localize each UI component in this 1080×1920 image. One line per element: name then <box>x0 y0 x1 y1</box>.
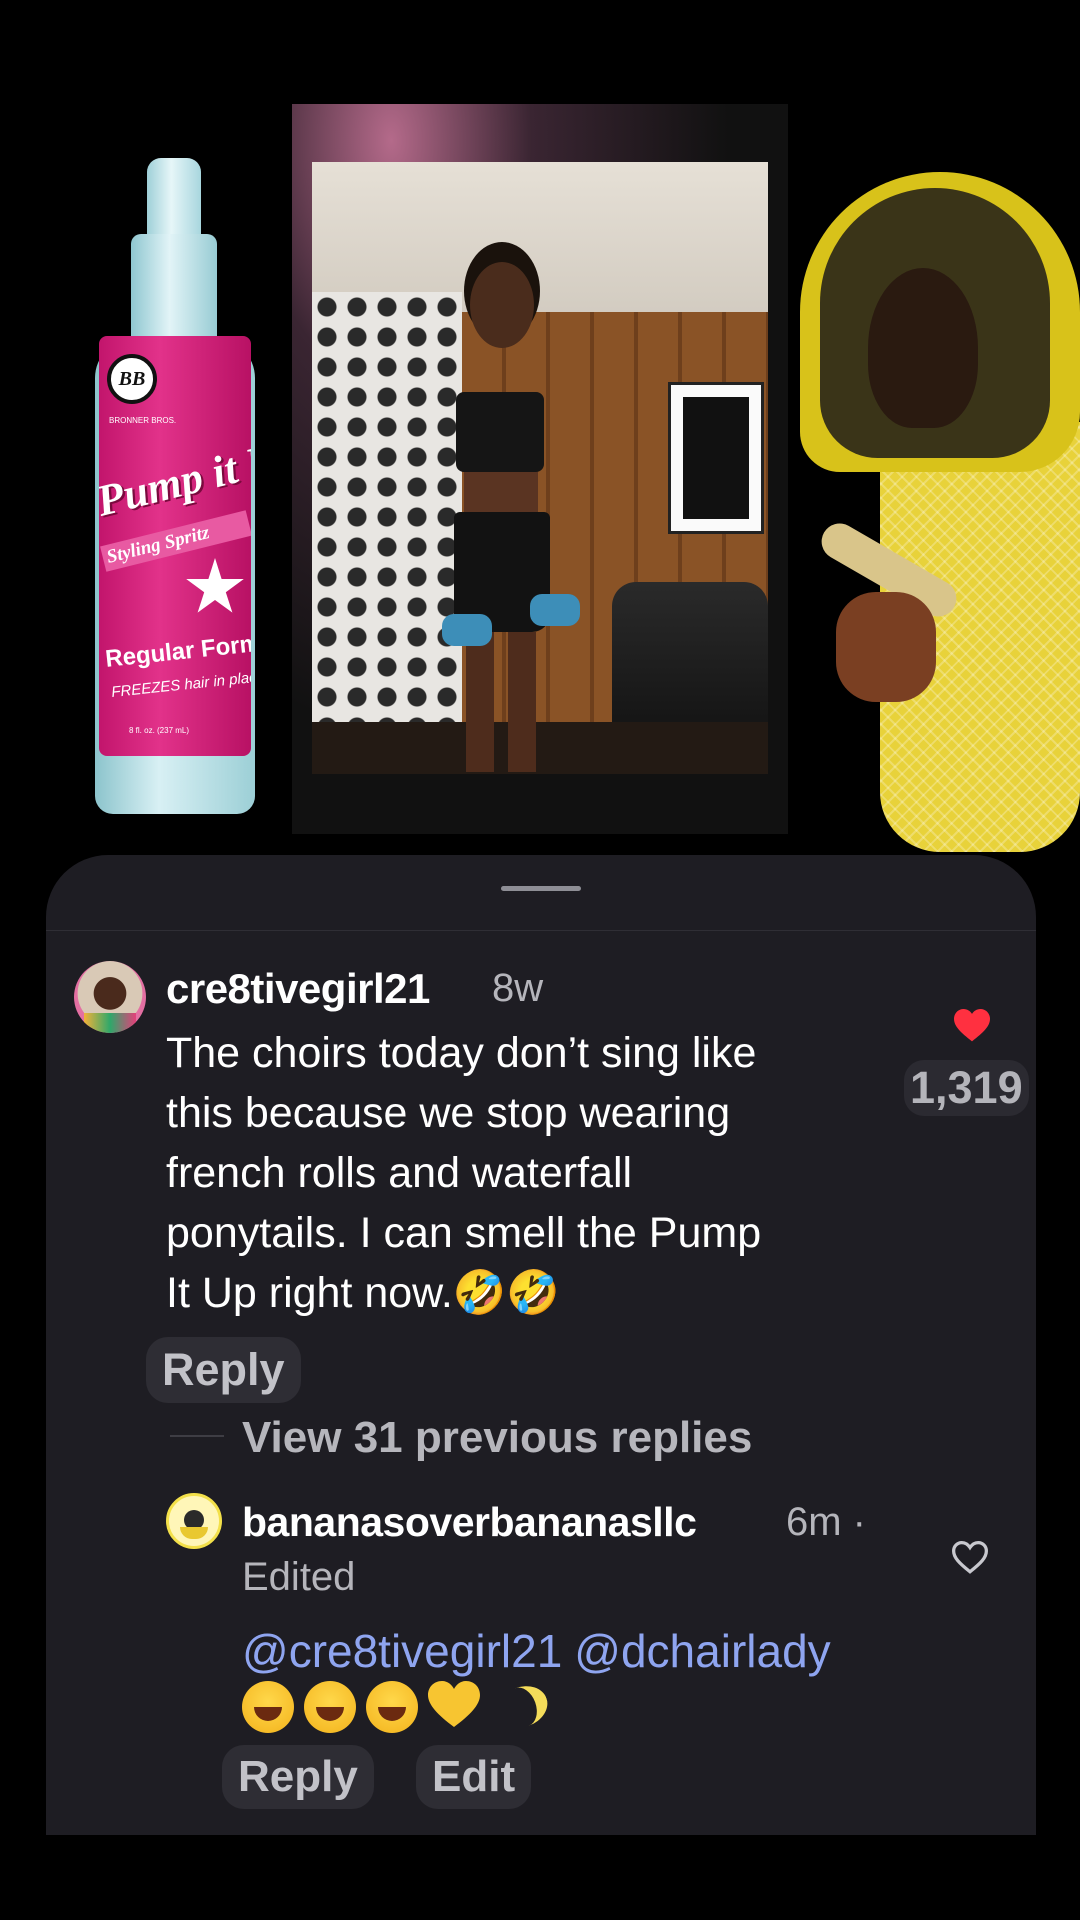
vintage-photo <box>312 162 768 774</box>
bottle-tagline: FREEZES hair in place <box>110 667 251 702</box>
mention-link-1[interactable]: @cre8tivegirl21 <box>242 1625 562 1677</box>
like-count: 1,319 <box>904 1060 1029 1116</box>
bottle-title: Pump it Up! <box>99 423 251 526</box>
thread-line <box>170 1435 224 1437</box>
reply-edited-label: Edited <box>242 1555 356 1599</box>
bottle-size: 8 fl. oz. (237 mL) <box>129 726 190 735</box>
dumbbell-left <box>442 614 492 646</box>
bottle-formula: Regular Formula <box>104 626 251 673</box>
reply-button[interactable]: Reply <box>222 1745 374 1809</box>
mention-link-2[interactable]: @dchairlady <box>574 1625 830 1677</box>
edit-button[interactable]: Edit <box>416 1745 532 1809</box>
banana-emoji-icon <box>490 1681 542 1733</box>
view-previous-replies-button[interactable]: View 31 previous replies <box>242 1413 752 1463</box>
person-midriff <box>464 472 538 512</box>
bottle-label: BB BRONNER BROS. Pump it Up! Styling Spr… <box>99 336 251 756</box>
bottle-brand: BRONNER BROS. <box>109 416 177 425</box>
reply-emojis <box>242 1681 542 1733</box>
heart-outline-icon[interactable] <box>950 1539 990 1575</box>
hair-spray-bottle: BB BRONNER BROS. Pump it Up! Styling Spr… <box>95 158 255 814</box>
beekeeper-face <box>868 268 978 428</box>
comment-text: The choirs today don’t sing like this be… <box>166 1029 762 1317</box>
reply-avatar[interactable] <box>166 1493 222 1549</box>
yellow-heart-emoji-icon <box>428 1681 480 1729</box>
sheet-drag-handle[interactable] <box>501 886 581 891</box>
avatar[interactable] <box>74 961 146 1033</box>
comment-username[interactable]: cre8tivegirl21 <box>166 965 430 1013</box>
bottle-logo: BB <box>107 354 157 404</box>
laughing-emoji-icon <box>242 1681 294 1733</box>
laughing-emoji-icon <box>304 1681 356 1733</box>
dumbbell-right <box>530 594 580 626</box>
video-collage: BB BRONNER BROS. Pump it Up! Styling Spr… <box>0 0 1080 860</box>
person-legs <box>466 632 536 772</box>
comment-timestamp: 8w <box>492 966 544 1010</box>
beekeeper-hand <box>836 592 936 702</box>
reply-button[interactable]: Reply <box>146 1337 301 1403</box>
photo-wall-art <box>668 382 764 534</box>
photo-person <box>442 262 580 772</box>
beekeeper-figure <box>800 172 1080 852</box>
laughing-emoji-icon <box>366 1681 418 1733</box>
person-head <box>470 262 534 348</box>
sheet-divider <box>46 930 1036 931</box>
bottle-nozzle <box>147 158 201 238</box>
reply-timestamp: 6m · <box>786 1500 866 1544</box>
heart-filled-icon[interactable] <box>951 1007 993 1043</box>
photo-curtain <box>312 292 462 774</box>
starburst-icon <box>186 558 244 613</box>
reply-username[interactable]: bananasoverbananasllc <box>242 1499 697 1546</box>
person-top <box>456 392 544 472</box>
comments-sheet: cre8tivegirl21 8w The choirs today don’t… <box>46 855 1036 1835</box>
reply-mentions: @cre8tivegirl21 @dchairlady <box>242 1621 962 1681</box>
